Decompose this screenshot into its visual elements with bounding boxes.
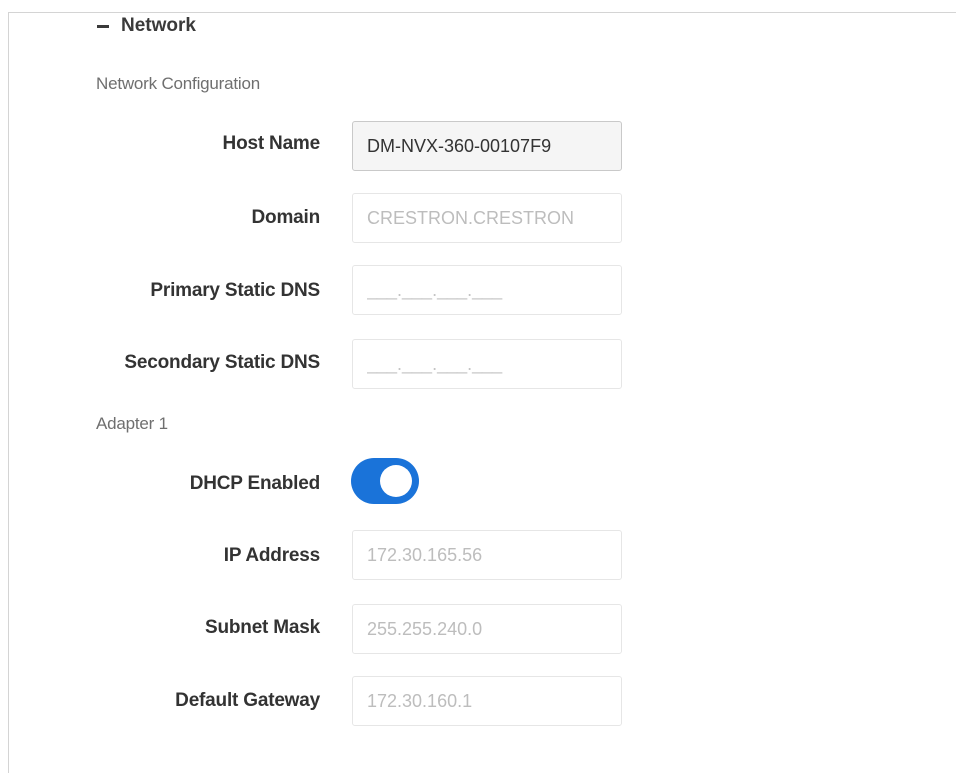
- default-gateway-input[interactable]: [352, 676, 622, 726]
- secondary-dns-input[interactable]: [352, 339, 622, 389]
- adapter-heading: Adapter 1: [96, 414, 168, 433]
- dhcp-enabled-label: DHCP Enabled: [189, 473, 320, 494]
- toggle-knob: [380, 465, 412, 497]
- ip-address-label: IP Address: [223, 545, 320, 566]
- ip-address-input[interactable]: [352, 530, 622, 580]
- host-name-input[interactable]: [352, 121, 622, 171]
- primary-dns-label: Primary Static DNS: [150, 280, 320, 301]
- network-configuration-heading: Network Configuration: [96, 74, 260, 93]
- subnet-mask-input[interactable]: [352, 604, 622, 654]
- domain-label: Domain: [251, 207, 321, 228]
- host-name-label: Host Name: [222, 133, 321, 154]
- subnet-mask-label: Subnet Mask: [205, 617, 320, 638]
- dhcp-toggle[interactable]: [351, 458, 419, 504]
- primary-dns-input[interactable]: [352, 265, 622, 315]
- minus-icon[interactable]: [97, 24, 109, 28]
- section-header[interactable]: Network: [87, 13, 210, 39]
- secondary-dns-label: Secondary Static DNS: [124, 352, 320, 373]
- domain-input[interactable]: [352, 193, 622, 243]
- default-gateway-label: Default Gateway: [175, 690, 320, 711]
- section-title: Network: [121, 15, 196, 36]
